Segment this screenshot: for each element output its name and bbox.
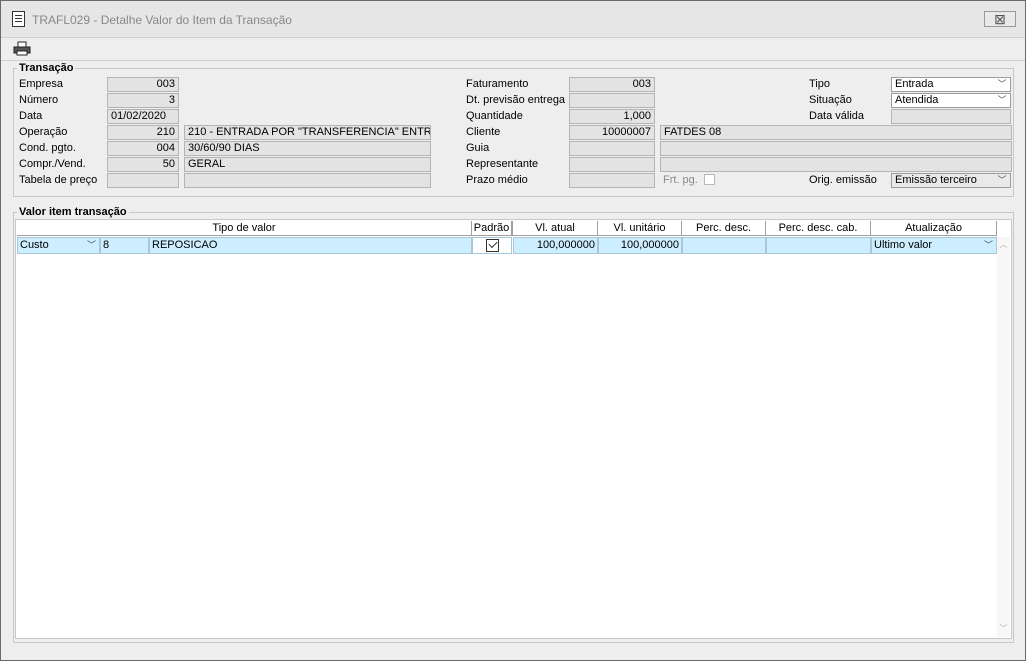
cliente-code-field[interactable]: 10000007 bbox=[569, 125, 655, 140]
grid-vertical-scrollbar[interactable]: ︿ ﹀ bbox=[997, 237, 1010, 637]
row-atualizacao-select[interactable]: Ultimo valor ﹀ bbox=[871, 237, 997, 254]
data-label: Data bbox=[19, 110, 43, 122]
document-icon bbox=[12, 11, 25, 27]
toolbar bbox=[1, 38, 1025, 61]
chevron-down-icon: ﹀ bbox=[997, 79, 1007, 89]
numero-field[interactable]: 3 bbox=[107, 93, 179, 108]
guia-label: Guia bbox=[466, 142, 490, 154]
title-bar: TRAFL029 - Detalhe Valor do Item da Tran… bbox=[1, 1, 1025, 38]
valor-item-legend: Valor item transação bbox=[19, 206, 127, 218]
cond-pgto-code-field[interactable]: 004 bbox=[107, 141, 179, 156]
tabela-preco-label: Tabela de preço bbox=[19, 174, 98, 186]
situacao-select[interactable]: Atendida ﹀ bbox=[891, 93, 1011, 108]
check-icon bbox=[488, 238, 498, 249]
empresa-label: Empresa bbox=[19, 78, 64, 90]
quantidade-label: Quantidade bbox=[466, 110, 523, 122]
transacao-legend: Transação bbox=[19, 62, 74, 74]
empresa-field[interactable]: 003 bbox=[107, 77, 179, 92]
window-title: TRAFL029 - Detalhe Valor do Item da Tran… bbox=[32, 13, 292, 27]
row-vl-atual-cell[interactable]: 100,000000 bbox=[513, 237, 598, 254]
representante-label: Representante bbox=[466, 158, 539, 170]
chevron-down-icon: ﹀ bbox=[983, 240, 993, 250]
chevron-down-icon: ﹀ bbox=[997, 175, 1007, 185]
printer-icon[interactable] bbox=[13, 41, 31, 56]
frt-pg-checkbox[interactable] bbox=[704, 174, 715, 185]
scroll-up-icon[interactable]: ︿ bbox=[997, 239, 1010, 251]
row-code-cell[interactable]: 8 bbox=[100, 237, 149, 254]
dt-previsao-label: Dt. previsão entrega bbox=[466, 94, 566, 106]
chevron-down-icon: ﹀ bbox=[86, 240, 96, 250]
tabela-preco-code-field[interactable] bbox=[107, 173, 179, 188]
representante-code-field[interactable] bbox=[569, 157, 655, 172]
dt-previsao-field[interactable] bbox=[569, 93, 655, 108]
compr-vend-code-field[interactable]: 50 bbox=[107, 157, 179, 172]
frt-pg-label: Frt. pg. bbox=[663, 174, 698, 186]
orig-emissao-select[interactable]: Emissão terceiro ﹀ bbox=[891, 173, 1011, 188]
cond-pgto-label: Cond. pgto. bbox=[19, 142, 76, 154]
operacao-label: Operação bbox=[19, 126, 68, 138]
cliente-label: Cliente bbox=[466, 126, 501, 138]
orig-emissao-label: Orig. emissão bbox=[809, 174, 877, 186]
data-valida-field[interactable] bbox=[891, 109, 1011, 124]
faturamento-field[interactable]: 003 bbox=[569, 77, 655, 92]
row-vl-unitario-cell[interactable]: 100,000000 bbox=[598, 237, 682, 254]
prazo-medio-label: Prazo médio bbox=[466, 174, 528, 186]
guia-desc-field bbox=[660, 141, 1012, 156]
row-perc-desc-cell[interactable] bbox=[682, 237, 766, 254]
scroll-down-icon[interactable]: ﹀ bbox=[997, 623, 1010, 635]
col-header-tipo-valor[interactable]: Tipo de valor bbox=[17, 221, 472, 236]
situacao-label: Situação bbox=[809, 94, 852, 106]
chevron-down-icon: ﹀ bbox=[997, 95, 1007, 105]
close-button[interactable]: ⊠ bbox=[984, 11, 1016, 27]
padrao-checkbox[interactable] bbox=[486, 238, 499, 252]
tabela-preco-desc-field bbox=[184, 173, 431, 188]
cliente-desc-field: FATDES 08 bbox=[660, 125, 1012, 140]
operacao-desc-field: 210 - ENTRADA POR "TRANSFERENCIA" ENTRE … bbox=[184, 125, 431, 140]
row-atualizacao-value: Ultimo valor bbox=[874, 239, 933, 251]
valor-item-grid bbox=[15, 219, 1012, 639]
operacao-code-field[interactable]: 210 bbox=[107, 125, 179, 140]
guia-code-field[interactable] bbox=[569, 141, 655, 156]
compr-vend-desc-field: GERAL bbox=[184, 157, 431, 172]
col-header-perc-desc-cab[interactable]: Perc. desc. cab. bbox=[766, 221, 871, 236]
col-header-atualizacao[interactable]: Atualização bbox=[871, 221, 997, 236]
col-header-padrao[interactable]: Padrão bbox=[472, 221, 512, 236]
data-valida-label: Data válida bbox=[809, 110, 865, 122]
col-header-perc-desc[interactable]: Perc. desc. bbox=[682, 221, 766, 236]
row-desc-cell[interactable]: REPOSICAO bbox=[149, 237, 472, 254]
row-tipo-value: Custo bbox=[20, 239, 49, 251]
status-bar bbox=[1, 646, 1025, 660]
tipo-value: Entrada bbox=[895, 78, 934, 90]
tipo-select[interactable]: Entrada ﹀ bbox=[891, 77, 1011, 92]
row-padrao-cell bbox=[472, 237, 512, 254]
situacao-value: Atendida bbox=[895, 94, 939, 106]
compr-vend-label: Compr./Vend. bbox=[19, 158, 86, 170]
orig-emissao-value: Emissão terceiro bbox=[895, 174, 977, 186]
numero-label: Número bbox=[19, 94, 59, 106]
faturamento-label: Faturamento bbox=[466, 78, 529, 90]
col-header-vl-atual[interactable]: Vl. atual bbox=[512, 221, 598, 236]
representante-desc-field bbox=[660, 157, 1012, 172]
main-window: TRAFL029 - Detalhe Valor do Item da Tran… bbox=[0, 0, 1026, 661]
quantidade-field[interactable]: 1,000 bbox=[569, 109, 655, 124]
row-tipo-select[interactable]: Custo ﹀ bbox=[17, 237, 100, 254]
row-perc-desc-cab-cell[interactable] bbox=[766, 237, 871, 254]
data-field[interactable]: 01/02/2020 bbox=[107, 109, 179, 124]
prazo-medio-field[interactable] bbox=[569, 173, 655, 188]
tipo-label: Tipo bbox=[809, 78, 830, 90]
col-header-vl-unitario[interactable]: Vl. unitário bbox=[598, 221, 682, 236]
cond-pgto-desc-field: 30/60/90 DIAS bbox=[184, 141, 431, 156]
